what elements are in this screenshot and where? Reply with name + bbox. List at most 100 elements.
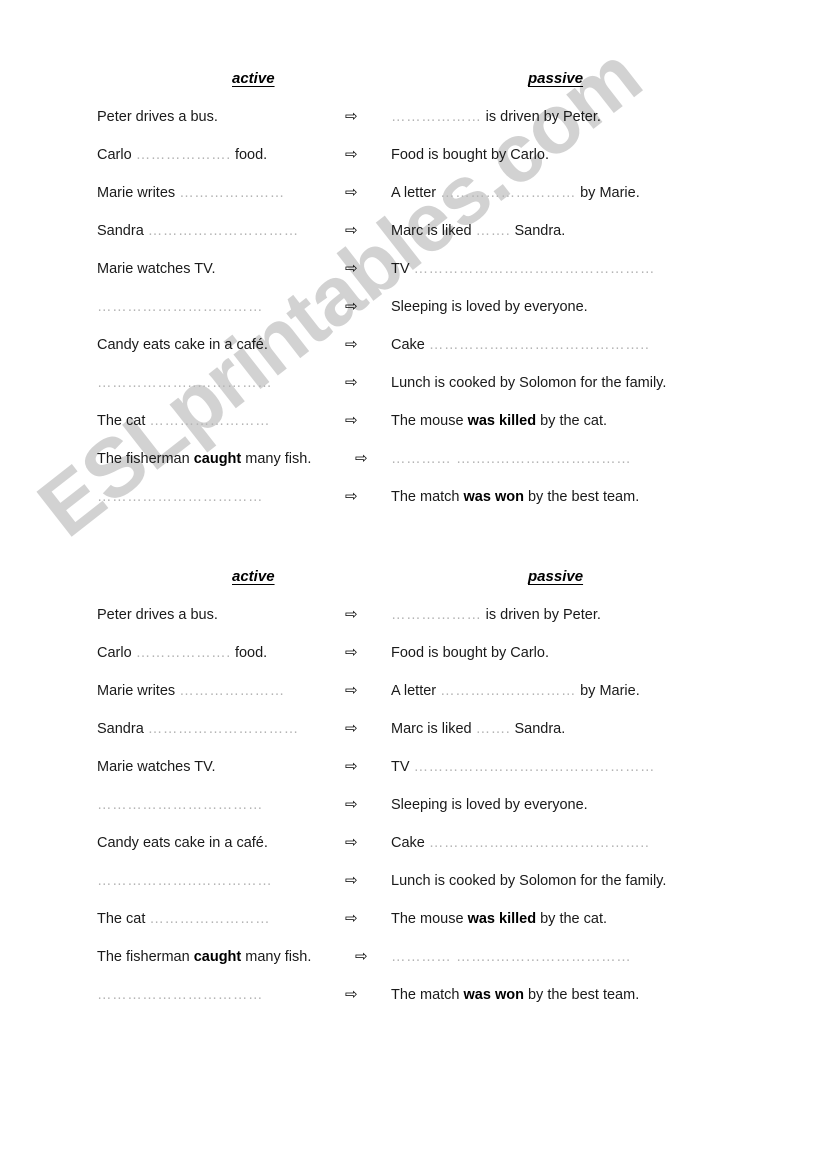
- passive-sentence[interactable]: ………… ……..………………………: [391, 947, 811, 967]
- blank-line[interactable]: ……………….: [136, 147, 231, 163]
- blank-line[interactable]: …………………………: [148, 721, 299, 737]
- passive-text: Cake: [391, 337, 429, 353]
- active-sentence[interactable]: Carlo ………………. food.: [97, 145, 367, 165]
- active-sentence[interactable]: The cat ……………………: [97, 909, 367, 929]
- passive-text: TV: [391, 261, 414, 277]
- passive-sentence[interactable]: ………… ……..………………………: [391, 449, 811, 469]
- arrow-right-icon: ⇨: [345, 720, 358, 737]
- active-text: Marie writes: [97, 683, 180, 699]
- blank-line[interactable]: …………………: [179, 683, 285, 699]
- passive-sentence[interactable]: TV …………………………………………: [391, 259, 811, 279]
- passive-sentence[interactable]: ……………… is driven by Peter.: [391, 605, 811, 625]
- passive-sentence[interactable]: A letter ……………………… by Marie.: [391, 183, 811, 203]
- sentence-row: Carlo ………………. food. ⇨ Food is bought by Ca…: [0, 145, 821, 183]
- blank-line[interactable]: …………………………………………: [414, 261, 656, 277]
- passive-sentence[interactable]: TV …………………………………………: [391, 757, 811, 777]
- passive-text-tail: by the best team.: [523, 987, 640, 1003]
- sentence-row: The cat …………………… ⇨ The mouse was killed by…: [0, 909, 821, 947]
- active-sentence[interactable]: ……………………………: [97, 985, 367, 1005]
- active-sentence[interactable]: The fisherman caught many fish.: [97, 947, 367, 967]
- sentence-row: Sandra ………………………… ⇨ Marc is liked ……. Sand…: [0, 719, 821, 757]
- passive-sentence[interactable]: Marc is liked ……. Sandra.: [391, 221, 811, 241]
- active-text: Sandra: [97, 223, 148, 239]
- blank-line[interactable]: ……………………………: [97, 797, 263, 813]
- active-text: Peter drives a bus.: [97, 109, 218, 125]
- passive-sentence[interactable]: A letter ……………………… by Marie.: [391, 681, 811, 701]
- passive-sentence[interactable]: The mouse was killed by the cat.: [391, 909, 811, 929]
- active-text: Carlo: [97, 147, 136, 163]
- blank-line[interactable]: …………………………: [148, 223, 299, 239]
- blank-line[interactable]: ………………: [391, 109, 482, 125]
- active-sentence[interactable]: The fisherman caught many fish.: [97, 449, 367, 469]
- arrow-right-icon: ⇨: [345, 758, 358, 775]
- passive-sentence[interactable]: Marc is liked ……. Sandra.: [391, 719, 811, 739]
- passive-sentence[interactable]: The match was won by the best team.: [391, 985, 811, 1005]
- passive-sentence[interactable]: Sleeping is loved by everyone.: [391, 297, 811, 317]
- blank-line[interactable]: …….: [476, 223, 511, 239]
- active-sentence[interactable]: ………………..……………: [97, 373, 367, 393]
- arrow-right-icon: ⇨: [345, 606, 358, 623]
- blank-line[interactable]: ……………………………………..: [429, 337, 650, 353]
- blank-line[interactable]: ……………………………: [97, 987, 263, 1003]
- active-sentence[interactable]: Candy eats cake in a café.: [97, 335, 367, 355]
- blank-line[interactable]: ………………………: [440, 185, 576, 201]
- arrow-right-icon: ⇨: [345, 986, 358, 1003]
- passive-text: Lunch is cooked by Solomon for the famil…: [391, 873, 667, 889]
- exercise-block: active passive Peter drives a bus. ⇨ ……………… …: [0, 568, 821, 1023]
- passive-sentence[interactable]: ……………… is driven by Peter.: [391, 107, 811, 127]
- passive-sentence[interactable]: Lunch is cooked by Solomon for the famil…: [391, 373, 811, 393]
- active-sentence[interactable]: ……………………………: [97, 297, 367, 317]
- passive-keyword: was killed: [467, 911, 537, 927]
- passive-text: The mouse: [391, 413, 468, 429]
- blank-line[interactable]: …………………: [179, 185, 285, 201]
- passive-sentence[interactable]: Sleeping is loved by everyone.: [391, 795, 811, 815]
- active-text: The fisherman: [97, 451, 194, 467]
- active-sentence[interactable]: Marie writes …………………: [97, 681, 367, 701]
- blank-line[interactable]: ………………..……………: [97, 375, 272, 391]
- blank-line[interactable]: ……………………: [149, 413, 270, 429]
- blank-line[interactable]: ……………….: [136, 645, 231, 661]
- active-sentence[interactable]: Marie watches TV.: [97, 757, 367, 777]
- blank-line[interactable]: …………………………………………: [414, 759, 656, 775]
- active-text-tail: many fish.: [241, 451, 312, 467]
- arrow-right-icon: ⇨: [345, 298, 358, 315]
- active-sentence[interactable]: Sandra …………………………: [97, 221, 367, 241]
- passive-text-tail: is driven by Peter.: [481, 109, 601, 125]
- blank-line[interactable]: ………… ……..………………………: [391, 949, 631, 965]
- active-sentence[interactable]: Marie watches TV.: [97, 259, 367, 279]
- passive-sentence[interactable]: Food is bought by Carlo.: [391, 643, 811, 663]
- active-text: The cat: [97, 413, 150, 429]
- blank-line[interactable]: ………… ……..………………………: [391, 451, 631, 467]
- active-sentence[interactable]: ………………..……………: [97, 871, 367, 891]
- passive-sentence[interactable]: The mouse was killed by the cat.: [391, 411, 811, 431]
- active-sentence[interactable]: Carlo ………………. food.: [97, 643, 367, 663]
- active-sentence[interactable]: ……………………………: [97, 487, 367, 507]
- blank-line[interactable]: ……………………………………..: [429, 835, 650, 851]
- blank-line[interactable]: …….: [476, 721, 511, 737]
- active-sentence[interactable]: The cat ……………………: [97, 411, 367, 431]
- active-sentence[interactable]: Peter drives a bus.: [97, 605, 367, 625]
- blank-line[interactable]: ………………: [391, 607, 482, 623]
- blank-line[interactable]: ………………..……………: [97, 873, 272, 889]
- active-sentence[interactable]: Candy eats cake in a café.: [97, 833, 367, 853]
- arrow-right-icon: ⇨: [345, 488, 358, 505]
- active-sentence[interactable]: ……………………………: [97, 795, 367, 815]
- arrow-right-icon: ⇨: [345, 872, 358, 889]
- passive-sentence[interactable]: Food is bought by Carlo.: [391, 145, 811, 165]
- sentence-row: Peter drives a bus. ⇨ ……………… is driven by …: [0, 605, 821, 643]
- active-sentence[interactable]: Marie writes …………………: [97, 183, 367, 203]
- arrow-right-icon: ⇨: [355, 948, 368, 965]
- blank-line[interactable]: ………………………: [440, 683, 576, 699]
- column-headers: active passive: [0, 70, 821, 100]
- passive-sentence[interactable]: Cake ……………………………………..: [391, 335, 811, 355]
- blank-line[interactable]: ……………………………: [97, 489, 263, 505]
- active-sentence[interactable]: Sandra …………………………: [97, 719, 367, 739]
- passive-sentence[interactable]: The match was won by the best team.: [391, 487, 811, 507]
- blank-line[interactable]: ……………………………: [97, 299, 263, 315]
- active-text-tail: food.: [230, 147, 268, 163]
- passive-sentence[interactable]: Lunch is cooked by Solomon for the famil…: [391, 871, 811, 891]
- passive-sentence[interactable]: Cake ……………………………………..: [391, 833, 811, 853]
- sentence-row: Peter drives a bus. ⇨ ……………… is driven by …: [0, 107, 821, 145]
- blank-line[interactable]: ……………………: [149, 911, 270, 927]
- active-sentence[interactable]: Peter drives a bus.: [97, 107, 367, 127]
